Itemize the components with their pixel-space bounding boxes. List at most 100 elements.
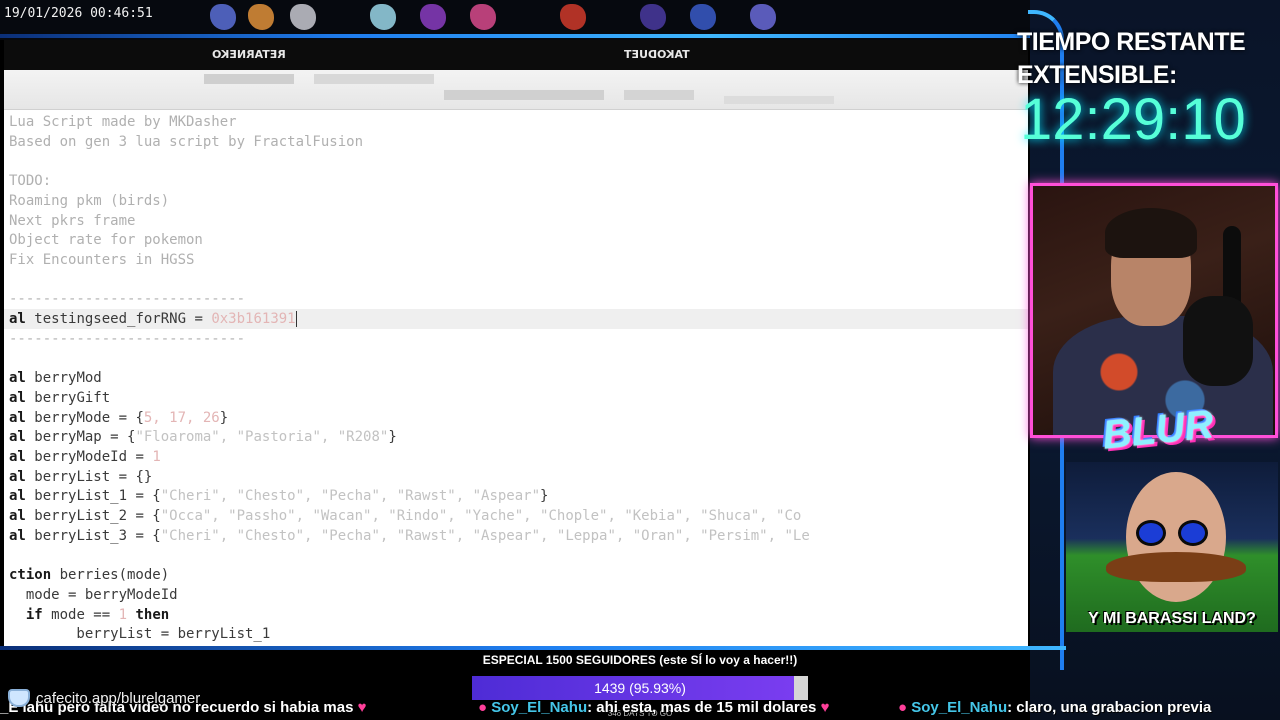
pokemon-sprite-icon xyxy=(470,4,496,30)
countdown-timer: 12:29:10 xyxy=(1020,87,1246,152)
coffee-cup-icon xyxy=(8,689,30,707)
pokemon-sprite-icon xyxy=(420,4,446,30)
code-token: berryMode = { xyxy=(34,409,144,426)
pokemon-sprite-icon xyxy=(370,4,396,30)
code-editor-window[interactable]: RETARNEKO TAKODUET Lua Script made by MK… xyxy=(4,40,1028,648)
code-token: "Occa", "Passho", "Wacan", "Rindo", "Yac… xyxy=(160,508,802,524)
code-line[interactable]: al berryGift xyxy=(4,388,1028,408)
code-line[interactable]: mode = berryModeId xyxy=(4,585,1028,605)
code-token: } xyxy=(540,488,549,505)
code-line[interactable]: al berryList_2 = {"Occa", "Passho", "Wac… xyxy=(4,506,1028,526)
timer-title-line1: TIEMPO RESTANTE xyxy=(1017,28,1246,56)
code-line[interactable]: Object rate for pokemon xyxy=(4,230,1028,250)
bubble-icon: ● xyxy=(478,699,488,716)
pokemon-sprite-icon xyxy=(690,4,716,30)
streamer-hair xyxy=(1105,208,1197,258)
code-line[interactable]: Roaming pkm (birds) xyxy=(4,191,1028,211)
code-token: berryList_3 = { xyxy=(34,527,161,544)
code-line[interactable]: al berryMode = {5, 17, 26} xyxy=(4,408,1028,428)
code-line[interactable]: Fix Encounters in HGSS xyxy=(4,250,1028,270)
code-line[interactable]: al berryModeId = 1 xyxy=(4,447,1028,467)
code-token: al xyxy=(9,508,35,524)
code-line[interactable]: Lua Script made by MKDasher xyxy=(4,112,1028,132)
code-token: al xyxy=(9,370,35,387)
donation-link-text: cafecito.app/blurelgamer xyxy=(36,689,201,707)
heart-icon: ♥ xyxy=(820,699,830,716)
code-token: 5, 17, 26 xyxy=(143,409,220,426)
ticker-message: ● Soy_El_Nahu: claro, una grabacion prev… xyxy=(898,695,1211,720)
code-line[interactable]: al berryList_1 = {"Cheri", "Chesto", "Pe… xyxy=(4,486,1028,506)
editor-header: RETARNEKO TAKODUET xyxy=(4,40,1028,70)
code-token: al xyxy=(9,527,35,544)
menu-ghost xyxy=(444,90,604,100)
code-token: testingseed_forRNG = xyxy=(34,311,212,327)
text-caret xyxy=(295,311,297,327)
code-token: berryList_2 = { xyxy=(34,508,161,524)
code-line[interactable]: TODO: xyxy=(4,171,1028,191)
menu-ghost xyxy=(624,90,694,100)
code-token: Fix Encounters in HGSS xyxy=(9,251,195,268)
code-token: berryList = berryList_1 xyxy=(9,626,271,643)
code-line[interactable]: Next pkrs frame xyxy=(4,211,1028,231)
ticker-message: ● Soy_El_Nahu: ahi esta, mas de 15 mil d… xyxy=(478,695,829,720)
pokemon-sprite-icon xyxy=(640,4,666,30)
code-line[interactable]: al berryList = {} xyxy=(4,467,1028,487)
pokemon-sprite-icon xyxy=(290,4,316,30)
code-token: ction xyxy=(9,567,60,584)
code-token: Based on gen 3 lua script by FractalFusi… xyxy=(9,133,364,150)
code-token: berryMap = { xyxy=(34,429,136,446)
code-line[interactable]: al berryMod xyxy=(4,368,1028,388)
follower-goal-value: 1439 (95.93%) xyxy=(594,680,686,696)
code-line[interactable] xyxy=(4,151,1028,171)
pokemon-sprite-icon xyxy=(210,4,236,30)
code-token: Roaming pkm (birds) xyxy=(9,192,170,209)
code-line[interactable]: ---------------------------- xyxy=(4,329,1028,349)
code-line[interactable]: al berryMap = {"Floaroma", "Pastoria", "… xyxy=(4,427,1028,447)
menu-ghost xyxy=(724,96,834,104)
frame-border-bottom xyxy=(0,646,1066,650)
code-token: berryModeId = xyxy=(34,448,153,465)
frame-border-top xyxy=(0,34,1065,38)
code-token: "Floaroma", "Pastoria", "R208" xyxy=(135,429,389,446)
timestamp: 19/01/2026 00:46:51 xyxy=(4,6,153,21)
code-token: Lua Script made by MKDasher xyxy=(9,114,237,130)
header-label: RETARNEKO xyxy=(212,48,286,61)
code-token: "Cheri", "Chesto", "Pecha", "Rawst", "As… xyxy=(160,488,541,505)
code-line[interactable]: al berryList_3 = {"Cheri", "Chesto", "Pe… xyxy=(4,526,1028,546)
code-line[interactable]: ction berries(mode) xyxy=(4,565,1028,585)
code-token: 0x3b161391 xyxy=(211,311,296,327)
timer-title: TIEMPO RESTANTE EXTENSIBLE: xyxy=(1017,26,1280,92)
menu-ghost xyxy=(204,74,294,84)
follower-goal-title: ESPECIAL 1500 SEGUIDORES (este SÍ lo voy… xyxy=(482,653,798,667)
donation-link[interactable]: cafecito.app/blurelgamer xyxy=(8,686,200,710)
code-token: } xyxy=(388,429,397,446)
code-line[interactable]: ---------------------------- xyxy=(4,289,1028,309)
glasses-icon xyxy=(1178,520,1208,546)
ticker-text: : ahi esta, mas de 15 mil dolares xyxy=(587,699,817,716)
bubble-icon: ● xyxy=(898,699,908,716)
code-line[interactable]: Based on gen 3 lua script by FractalFusi… xyxy=(4,132,1028,152)
code-token: al xyxy=(9,409,35,426)
ticker-username: Soy_El_Nahu xyxy=(491,699,588,716)
code-token: berryList_1 = { xyxy=(34,488,161,505)
code-line[interactable] xyxy=(4,270,1028,290)
code-line[interactable] xyxy=(4,545,1028,565)
code-line[interactable]: if mode == 1 then xyxy=(4,605,1028,625)
pokemon-sprite-icon xyxy=(248,4,274,30)
pokemon-sprite-icon xyxy=(750,4,776,30)
meme-image: Y MI BARASSI LAND? xyxy=(1066,462,1278,632)
code-token: al xyxy=(9,429,35,446)
code-token: al xyxy=(9,311,35,327)
code-line[interactable]: al testingseed_forRNG = 0x3b161391 xyxy=(4,309,1028,329)
glasses-icon xyxy=(1136,520,1166,546)
microphone-icon xyxy=(1183,296,1253,386)
code-token: berryList = {} xyxy=(34,468,153,485)
mustache-icon xyxy=(1106,552,1246,582)
code-token: mode = berryModeId xyxy=(9,586,178,603)
code-token: } xyxy=(219,409,229,426)
code-line[interactable]: berryList = berryList_1 xyxy=(4,624,1028,644)
menu-ghost xyxy=(314,74,434,84)
code-line[interactable] xyxy=(4,348,1028,368)
editor-menubar[interactable] xyxy=(4,70,1028,110)
channel-logo: BLUR xyxy=(1100,402,1216,458)
